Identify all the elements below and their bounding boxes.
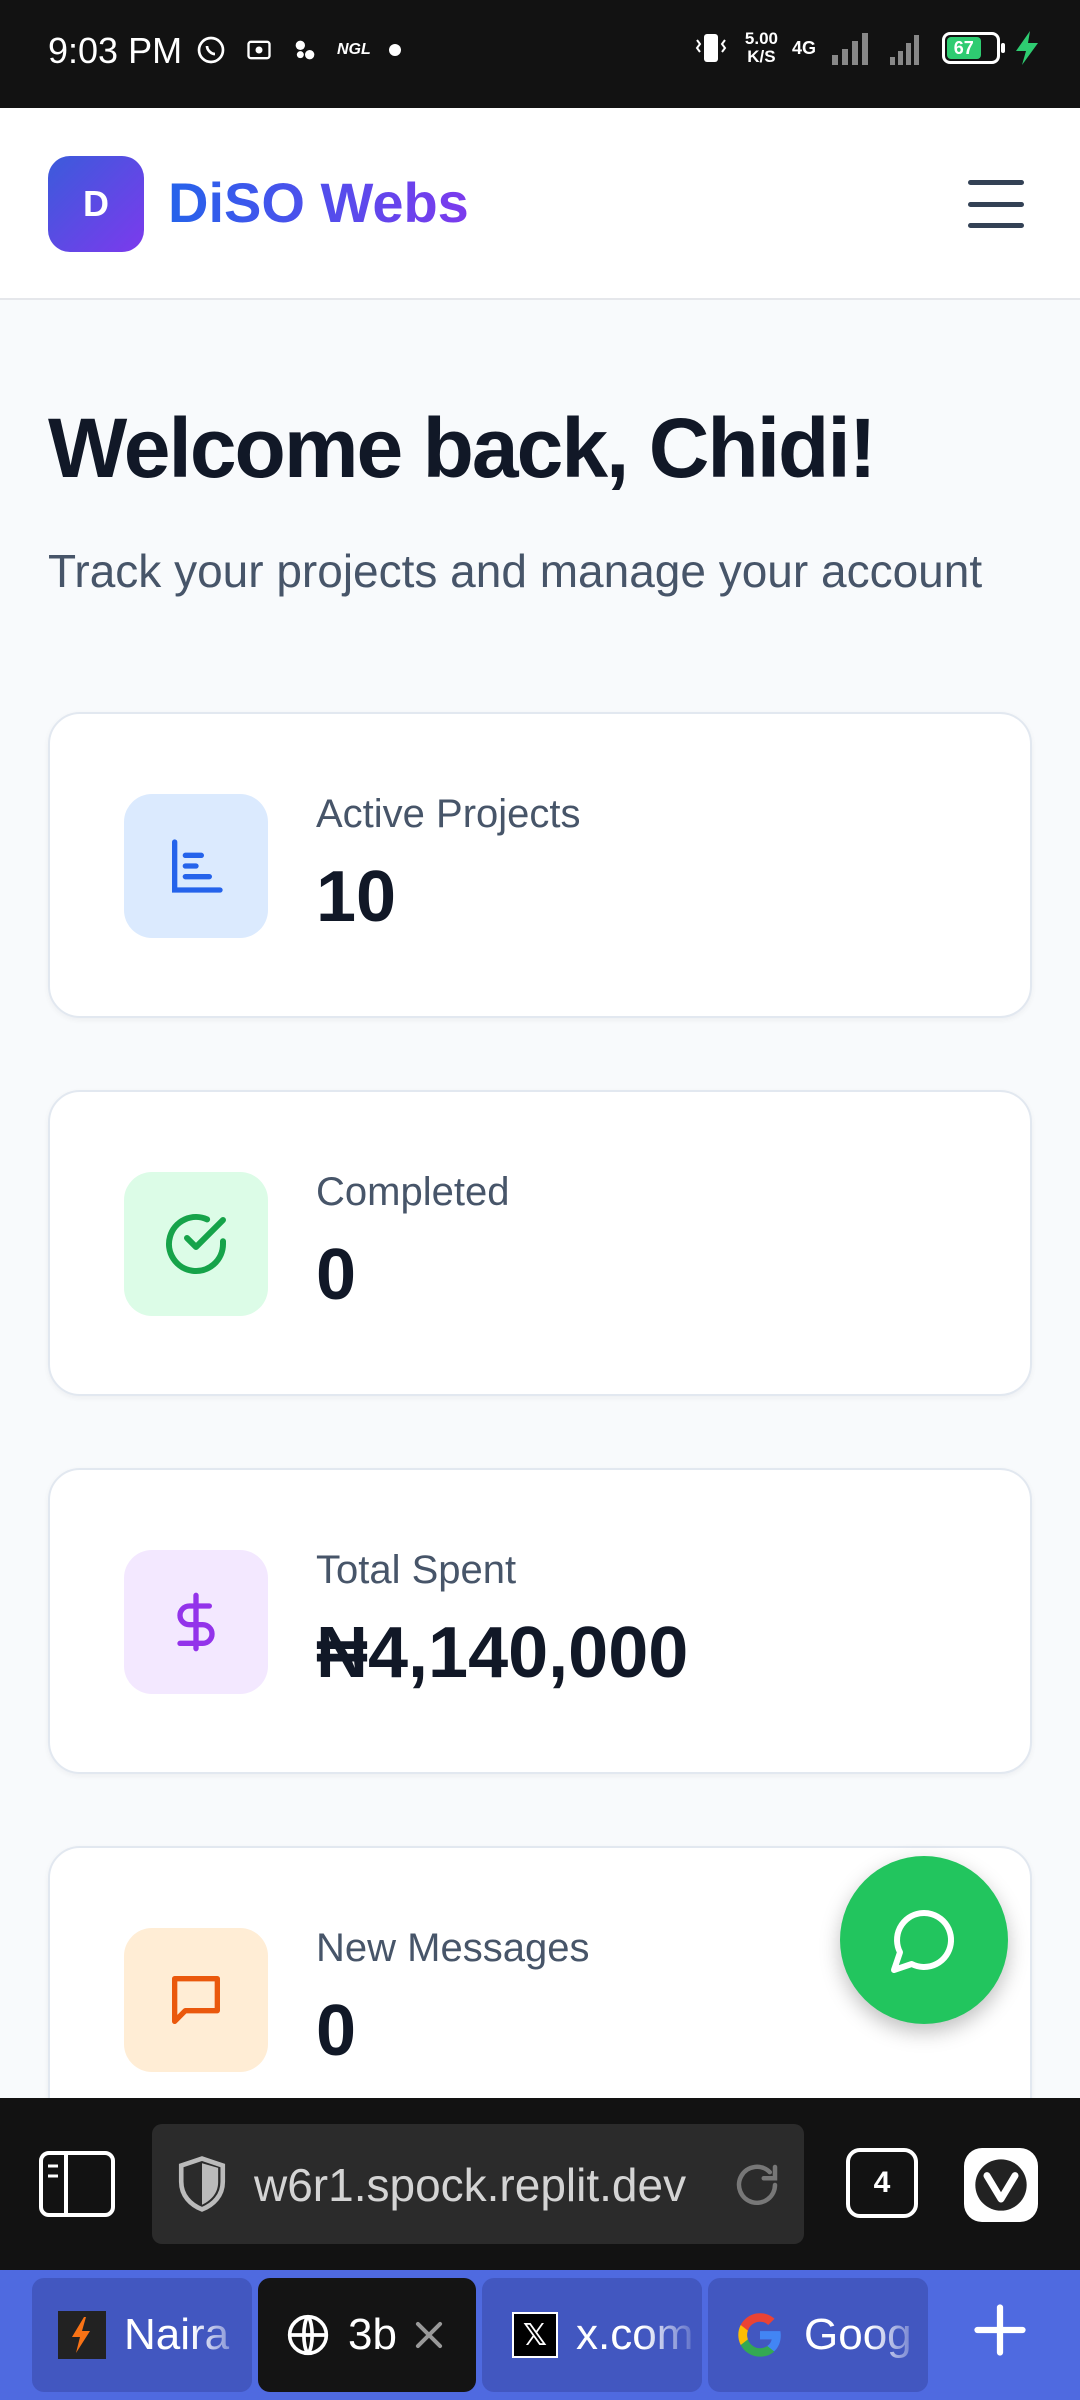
- google-icon: [738, 2313, 781, 2357]
- signal-icon: [832, 33, 868, 65]
- whatsapp-icon: [197, 36, 225, 64]
- stat-value: 0: [316, 1991, 357, 2071]
- vivaldi-icon: [975, 2159, 1027, 2211]
- vivaldi-menu-button[interactable]: [964, 2148, 1038, 2222]
- globe-icon: [287, 2314, 329, 2356]
- status-right-icons: 5.00 K/S 4G 67: [691, 30, 1040, 66]
- tab-google[interactable]: Goog: [708, 2278, 928, 2392]
- shield-icon[interactable]: [174, 2154, 230, 2214]
- status-left-icons: NGL: [195, 34, 401, 66]
- stat-value: 0: [316, 1235, 357, 1315]
- menu-line: [968, 180, 1024, 185]
- page-subtitle: Track your projects and manage your acco…: [48, 545, 983, 597]
- status-time: 9:03 PM: [48, 30, 183, 71]
- address-bar[interactable]: w6r1.spock.replit.dev: [152, 2124, 804, 2244]
- charging-icon: [1016, 31, 1038, 65]
- chat-bubble-icon: [891, 1909, 955, 1973]
- chart-icon: [124, 794, 268, 938]
- page-title: Welcome back, Chidi!: [48, 401, 877, 495]
- browser-toolbar: w6r1.spock.replit.dev 4: [0, 2098, 1080, 2270]
- tab-label: 3b: [348, 2310, 397, 2359]
- tab-naira[interactable]: Naira: [32, 2278, 252, 2392]
- network-type: 4G: [791, 38, 816, 58]
- side-panel-icon: [39, 2151, 115, 2217]
- logo[interactable]: D: [48, 156, 144, 252]
- screenshot-icon: [247, 40, 271, 60]
- status-bar: 9:03 PM NGL 5.00 K/S 4G 67: [0, 0, 1080, 108]
- url-text[interactable]: w6r1.spock.replit.dev: [254, 2158, 724, 2212]
- stat-card-completed[interactable]: Completed 0: [48, 1090, 1032, 1396]
- stat-value: 10: [316, 857, 397, 937]
- tab-fade: [192, 2278, 252, 2392]
- tab-x[interactable]: 𝕏 x.com: [482, 2278, 702, 2392]
- dot-icon: [388, 44, 401, 56]
- vibrate-icon: [695, 34, 727, 62]
- chat-fab-button[interactable]: [840, 1856, 1008, 2024]
- menu-line: [968, 223, 1024, 228]
- stat-label: Total Spent: [316, 1548, 517, 1592]
- message-icon: [124, 1928, 268, 2072]
- battery-icon: 67: [942, 32, 1005, 64]
- app-icon: [295, 40, 315, 60]
- signal-2-icon: [890, 35, 919, 65]
- tab-active[interactable]: 3b: [258, 2278, 476, 2392]
- stat-card-active-projects[interactable]: Active Projects 10: [48, 712, 1032, 1018]
- new-tab-plus-icon[interactable]: [970, 2300, 1030, 2360]
- dollar-icon: [124, 1550, 268, 1694]
- tab-fade: [642, 2278, 702, 2392]
- tab-strip: Naira 3b 𝕏 x.com Goog: [0, 2270, 1080, 2400]
- x-favicon-icon: 𝕏: [512, 2312, 558, 2358]
- naira-favicon-icon: [58, 2311, 106, 2359]
- stat-value: ₦4,140,000: [316, 1613, 689, 1693]
- ngl-icon: NGL: [337, 41, 371, 58]
- stat-label: Completed: [316, 1170, 510, 1214]
- brand-name[interactable]: DiSO Webs: [168, 170, 469, 235]
- check-circle-icon: [124, 1172, 268, 1316]
- site-header: D DiSO Webs: [0, 108, 1080, 300]
- stat-card-total-spent[interactable]: Total Spent ₦4,140,000: [48, 1468, 1032, 1774]
- side-panel-button[interactable]: [38, 2150, 116, 2218]
- tab-fade: [868, 2278, 928, 2392]
- tab-count-button[interactable]: 4: [846, 2148, 918, 2218]
- stat-label: New Messages: [316, 1926, 590, 1970]
- close-tab-icon[interactable]: [410, 2316, 448, 2354]
- net-speed: 5.00 K/S: [744, 29, 778, 66]
- menu-line: [968, 201, 1024, 207]
- reload-icon[interactable]: [730, 2158, 784, 2212]
- hamburger-menu-button[interactable]: [968, 180, 1024, 228]
- stat-label: Active Projects: [316, 792, 581, 836]
